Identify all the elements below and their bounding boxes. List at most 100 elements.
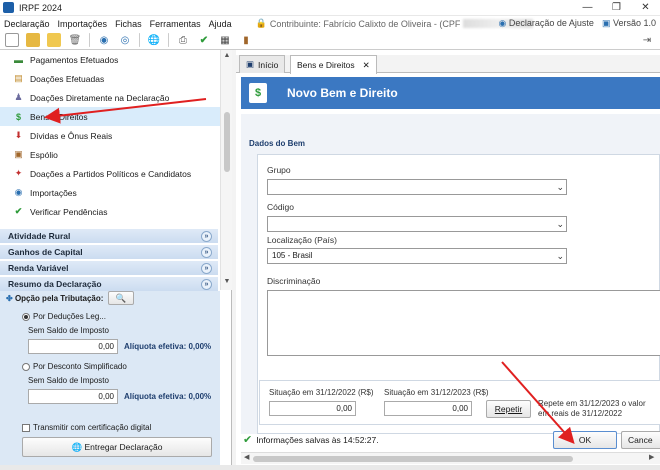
declaration-summary: ✤ Opção pela Tributação: 🔍 Por Deduções … — [0, 291, 220, 465]
sidebar-item-importacoes[interactable]: ◉ Importações — [0, 183, 220, 202]
declaration-icon: ◉ — [498, 18, 507, 28]
menu-fichas[interactable]: Fichas — [111, 19, 146, 29]
transmit-cert-option[interactable]: Transmitir com certificação digital — [22, 423, 151, 432]
section-ganhos-capital[interactable]: Ganhos de Capital» — [0, 245, 218, 260]
discrimination-textarea[interactable] — [267, 290, 660, 356]
exit-icon[interactable]: ⇥ — [640, 33, 654, 47]
toolbar-separator — [168, 33, 169, 47]
toolbar: 🗑 ◉ ◎ 🌐 ⎙ ✔ ▦ ▮ ⇥ — [0, 31, 660, 50]
situation-2023-label: Situação em 31/12/2023 (R$) — [384, 388, 489, 397]
maximize-button[interactable]: ❐ — [602, 0, 631, 16]
close-button[interactable]: ✕ — [631, 0, 660, 16]
scroll-right-icon[interactable]: ▶ — [649, 453, 654, 461]
expand-icon[interactable]: » — [201, 247, 212, 258]
menu-declaracao[interactable]: Declaração — [0, 19, 54, 29]
import-icon[interactable]: ◉ — [97, 33, 111, 47]
menu-ajuda[interactable]: Ajuda — [205, 19, 236, 29]
tab-bar: ▣ Início Bens e Direitos ✕ — [236, 55, 660, 74]
effective-rate-label-2: Alíquota efetiva: 0,00% — [124, 392, 212, 401]
situation-2023-input[interactable]: 0,00 — [384, 401, 472, 416]
sidebar-item-espolio[interactable]: ▣ Espólio — [0, 145, 220, 164]
situation-box: Situação em 31/12/2022 (R$) 0,00 Situaçã… — [259, 380, 660, 425]
sidebar-item-bens-direitos[interactable]: $ Bens e Direitos — [0, 107, 220, 126]
check-icon[interactable]: ✔ — [197, 33, 211, 47]
toolbar-separator — [139, 33, 140, 47]
section-renda-variavel[interactable]: Renda Variável» — [0, 261, 218, 276]
sidebar-item-doacoes-diretas[interactable]: ♟ Doações Diretamente na Declaração — [0, 88, 220, 107]
globe-icon: 🌐 — [71, 442, 83, 452]
tab-inicio[interactable]: ▣ Início — [239, 55, 286, 73]
section-resumo-declaracao[interactable]: Resumo da Declaração» — [0, 277, 218, 292]
menu-importacoes[interactable]: Importações — [54, 19, 112, 29]
payment-icon: ▬ — [14, 54, 23, 65]
sidebar-item-pendencias[interactable]: ✔ Verificar Pendências — [0, 202, 220, 221]
sidebar-item-pagamentos[interactable]: ▬ Pagamentos Efetuados — [0, 50, 220, 69]
group-label: Grupo — [267, 165, 291, 175]
search-button[interactable]: 🔍 — [108, 291, 134, 305]
expand-icon[interactable]: » — [201, 263, 212, 274]
political-donation-icon: ✦ — [14, 168, 23, 178]
bottom-border — [0, 465, 660, 470]
repeat-note-line-2: em reais de 31/12/2022 — [538, 409, 623, 418]
group-select[interactable]: ⌄ — [267, 179, 567, 195]
debts-icon: ⬇ — [14, 130, 23, 140]
print-icon[interactable]: ⎙ — [176, 33, 190, 47]
simplified-option[interactable]: Por Desconto Simplificado — [22, 362, 127, 371]
donation-icon: ▤ — [14, 73, 23, 83]
expand-icon[interactable]: » — [201, 231, 212, 242]
radio-simplified[interactable] — [22, 362, 30, 371]
folder-icon[interactable] — [47, 33, 61, 47]
scroll-up-icon[interactable]: ▲ — [221, 52, 233, 59]
section-title: Dados do Bem — [249, 139, 306, 148]
situation-2022-input[interactable]: 0,00 — [269, 401, 356, 416]
scrollbar-thumb[interactable] — [253, 456, 573, 462]
sidebar-scrollbar[interactable]: ▲ ▼ — [220, 50, 232, 290]
location-label: Localização (País) — [267, 235, 337, 245]
open-folder-icon[interactable] — [26, 33, 40, 47]
chevron-down-icon: ⌄ — [556, 182, 564, 192]
expand-icon[interactable]: » — [201, 279, 212, 290]
declaration-type: ◉ Declaração de Ajuste — [498, 18, 594, 28]
cancel-button[interactable]: Cance — [621, 431, 660, 449]
lock-icon: 🔒 — [255, 18, 267, 28]
version-icon: ▣ — [601, 18, 611, 28]
globe-icon[interactable]: 🌐 — [147, 33, 161, 47]
scroll-down-icon[interactable]: ▼ — [221, 278, 233, 285]
scroll-left-icon[interactable]: ◀ — [244, 453, 249, 461]
legal-deductions-option[interactable]: Por Deduções Leg... — [22, 312, 106, 321]
repeat-button[interactable]: Repetir — [486, 400, 531, 418]
direct-donation-icon: ♟ — [14, 92, 23, 102]
book-icon[interactable]: ▮ — [239, 33, 253, 47]
horizontal-scrollbar[interactable]: ◀ ▶ — [241, 452, 660, 464]
location-select[interactable]: 105 - Brasil ⌄ — [267, 248, 567, 264]
tab-bens-direitos[interactable]: Bens e Direitos ✕ — [290, 55, 377, 74]
menu-ferramentas[interactable]: Ferramentas — [146, 19, 205, 29]
sidebar-item-dividas[interactable]: ⬇ Dívidas e Ônus Reais — [0, 126, 220, 145]
checkbox-transmit-cert[interactable] — [22, 423, 30, 432]
minimize-button[interactable]: — — [573, 0, 602, 16]
import-previous-icon[interactable]: ◎ — [118, 33, 132, 47]
saved-check-icon: ✔ — [243, 434, 253, 446]
section-atividade-rural[interactable]: Atividade Rural» — [0, 229, 218, 244]
radio-legal-deductions[interactable] — [22, 312, 30, 321]
deliver-declaration-button[interactable]: 🌐 Entregar Declaração — [22, 437, 212, 457]
window-title: IRPF 2024 — [19, 2, 63, 13]
sidebar-item-doacoes[interactable]: ▤ Doações Efetuadas — [0, 69, 220, 88]
calculator-icon[interactable]: ▦ — [218, 33, 232, 47]
contributor-info: 🔒 Contribuinte: Fabrício Calixto de Oliv… — [256, 18, 534, 29]
ok-button[interactable]: OK — [553, 431, 617, 449]
import-icon: ◉ — [14, 187, 23, 197]
sidebar: ▬ Pagamentos Efetuados ▤ Doações Efetuadas… — [0, 50, 232, 465]
close-tab-icon[interactable]: ✕ — [363, 60, 370, 71]
chevron-down-icon: ⌄ — [556, 251, 564, 261]
assets-icon: $ — [15, 111, 21, 122]
repeat-note-line-1: Repete em 31/12/2023 o valor — [538, 399, 646, 408]
code-select[interactable]: ⌄ — [267, 216, 567, 232]
trash-icon[interactable]: 🗑 — [68, 33, 82, 47]
sidebar-item-doacoes-partidos[interactable]: ✦ Doações a Partidos Políticos e Candidat… — [0, 164, 220, 183]
situation-2022-label: Situação em 31/12/2022 (R$) — [269, 388, 374, 397]
scrollbar-thumb[interactable] — [224, 112, 230, 172]
new-file-icon[interactable] — [5, 33, 19, 47]
form-header: $ Novo Bem e Direito — [241, 77, 660, 109]
form-footer: ✔ Informações salvas às 14:52:27. OK Can… — [241, 428, 660, 451]
